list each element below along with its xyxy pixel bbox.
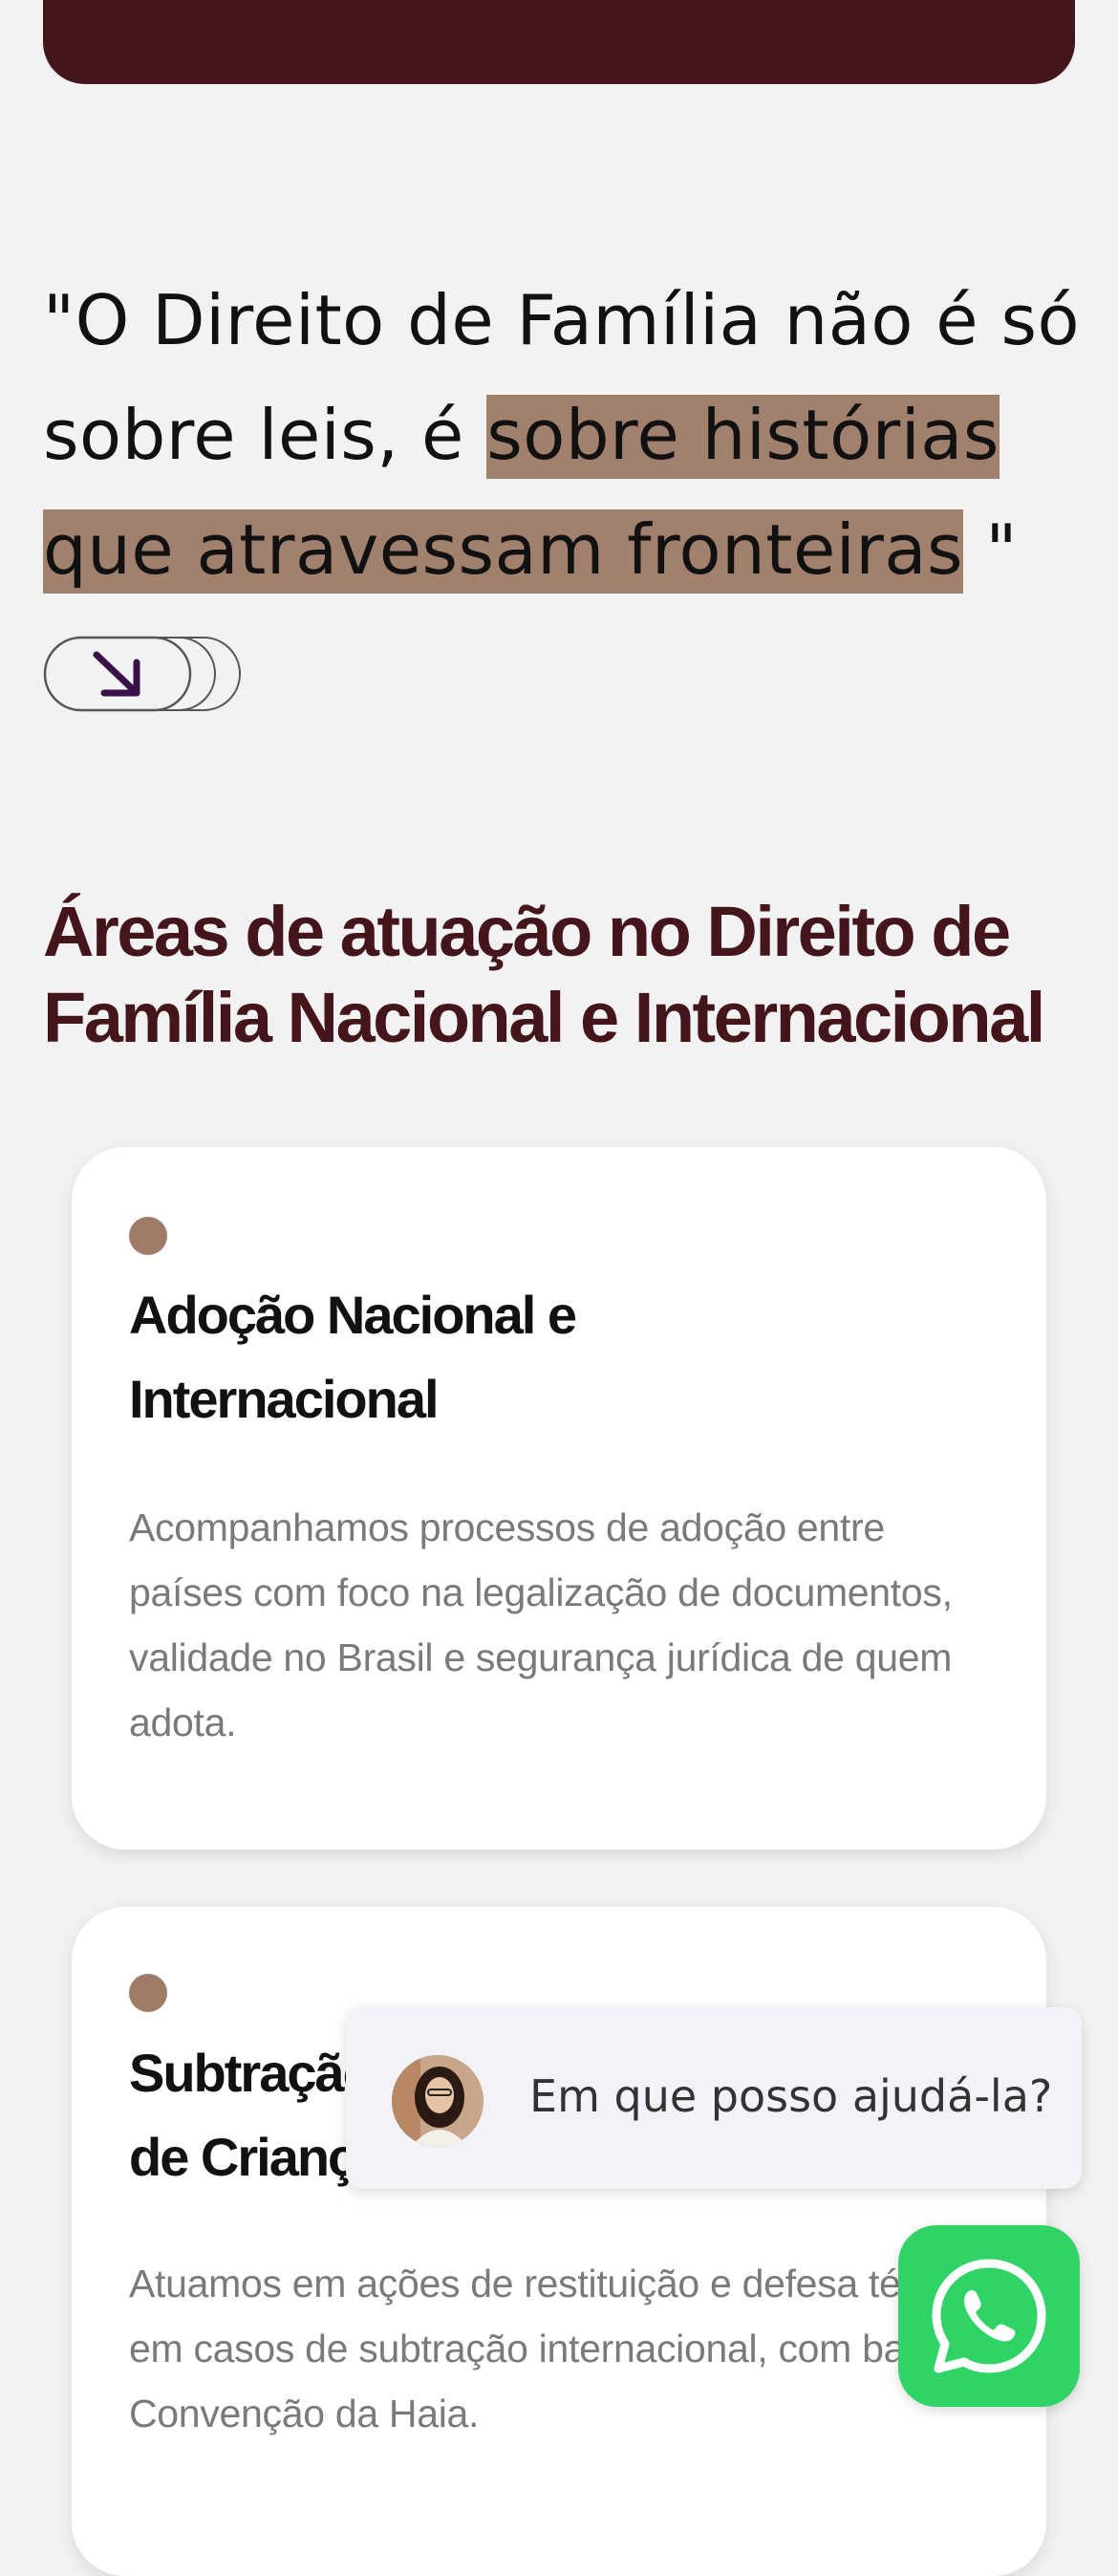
header-banner xyxy=(43,0,1075,84)
hero-quote: "O Direito de Família não é só sobre lei… xyxy=(43,263,1085,607)
scroll-down-button[interactable] xyxy=(43,636,244,712)
arrow-down-right-icon xyxy=(43,636,241,712)
whatsapp-button[interactable] xyxy=(898,2225,1080,2407)
practice-area-card: Adoção Nacional e Internacional Acompanh… xyxy=(72,1147,1046,1850)
quote-close: " xyxy=(962,509,1018,590)
bullet-dot-icon xyxy=(129,1217,167,1255)
card-description: Acompanhamos processos de adoção entre p… xyxy=(129,1505,953,1744)
bullet-dot-icon xyxy=(129,1974,167,2012)
whatsapp-icon xyxy=(932,2259,1046,2373)
chat-message: Em que posso ajudá-la? xyxy=(529,2070,1053,2122)
card-description: Atuamos em ações de restituição e defesa… xyxy=(129,2262,1000,2435)
chat-popup[interactable]: Em que posso ajudá-la? xyxy=(346,2007,1082,2189)
section-title: Áreas de atuação no Direito de Família N… xyxy=(43,892,1045,1057)
card-title: Adoção Nacional e Internacional xyxy=(129,1285,577,1429)
avatar xyxy=(392,2055,484,2147)
